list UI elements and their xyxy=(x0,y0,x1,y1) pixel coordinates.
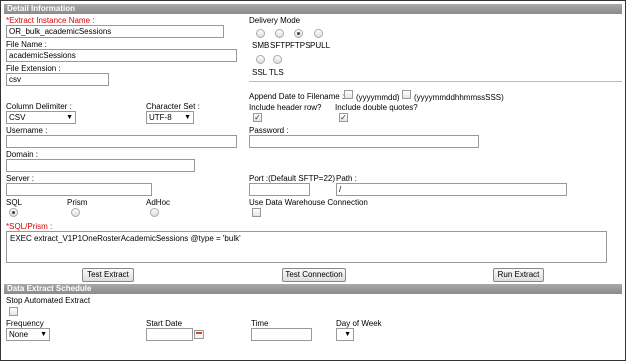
charset-value: UTF-8 xyxy=(149,113,172,122)
chevron-down-icon: ▼ xyxy=(184,114,191,121)
chevron-down-icon: ▼ xyxy=(66,114,73,121)
username-label: Username : xyxy=(6,126,48,135)
query-sql-radio[interactable] xyxy=(9,208,18,217)
calendar-icon[interactable] xyxy=(194,330,204,339)
charset-label: Character Set : xyxy=(146,102,200,111)
charset-select[interactable]: UTF-8 ▼ xyxy=(146,111,194,124)
frequency-select[interactable]: None ▼ xyxy=(6,328,50,341)
delivery-ftps-label: FTPS xyxy=(290,41,311,50)
column-delimiter-select[interactable]: CSV ▼ xyxy=(6,111,76,124)
extract-detail-panel: Detail Information *Extract Instance Nam… xyxy=(0,0,626,361)
query-prism-radio[interactable] xyxy=(71,208,80,217)
domain-label: Domain : xyxy=(6,150,39,159)
delivery-ftps-radio[interactable] xyxy=(294,29,303,38)
delivery-smb-radio[interactable] xyxy=(256,29,265,38)
query-prism-label: Prism xyxy=(67,198,88,207)
delivery-sftp-label: SFTP xyxy=(270,41,291,50)
security-ssl-label: SSL xyxy=(252,68,268,77)
date-format-short-label: (yyyymmdd) xyxy=(356,93,400,102)
column-delimiter-label: Column Delimiter : xyxy=(6,102,72,111)
delivery-smb-label: SMB xyxy=(252,41,270,50)
query-adhoc-radio[interactable] xyxy=(150,208,159,217)
instance-name-label: *Extract Instance Name : xyxy=(6,16,95,25)
stop-automated-label: Stop Automated Extract xyxy=(6,296,91,305)
detail-information-header: Detail Information xyxy=(4,4,622,14)
password-label: Password : xyxy=(249,126,289,135)
chevron-down-icon: ▼ xyxy=(40,331,47,338)
test-extract-button[interactable]: Test Extract xyxy=(82,268,134,282)
data-extract-schedule-header: Data Extract Schedule xyxy=(4,284,622,294)
file-name-input[interactable]: academicSessions xyxy=(6,49,237,62)
server-input[interactable] xyxy=(6,183,152,196)
username-input[interactable] xyxy=(6,135,237,148)
query-adhoc-label: AdHoc xyxy=(146,198,171,207)
file-name-label: File Name : xyxy=(6,40,47,49)
include-header-label: Include header row? xyxy=(249,103,322,112)
run-extract-button[interactable]: Run Extract xyxy=(493,268,544,282)
file-extension-input[interactable]: csv xyxy=(6,73,109,86)
security-ssl-radio[interactable] xyxy=(256,55,265,64)
day-of-week-label: Day of Week xyxy=(336,319,382,328)
test-connection-button[interactable]: Test Connection xyxy=(282,268,346,282)
delivery-pull-label: PULL xyxy=(310,41,331,50)
sql-textarea[interactable]: EXEC extract_V1P1OneRosterAcademicSessio… xyxy=(6,231,607,263)
chevron-down-icon: ▼ xyxy=(344,331,351,338)
port-label: Port :(Default SFTP=22) xyxy=(249,174,336,183)
server-label: Server : xyxy=(6,174,35,183)
delivery-sftp-radio[interactable] xyxy=(275,29,284,38)
append-date-short-checkbox[interactable] xyxy=(344,90,353,99)
instance-name-input[interactable]: OR_bulk_academicSessions xyxy=(6,25,224,38)
file-extension-label: File Extension : xyxy=(6,64,61,73)
date-format-long-label: (yyyymmddhhmmssSSS) xyxy=(414,93,504,102)
delivery-pull-radio[interactable] xyxy=(314,29,323,38)
security-tls-radio[interactable] xyxy=(273,55,282,64)
domain-input[interactable] xyxy=(6,159,195,172)
divider xyxy=(249,81,622,82)
day-of-week-select[interactable]: ▼ xyxy=(336,328,354,341)
password-input[interactable] xyxy=(249,135,479,148)
use-warehouse-checkbox[interactable] xyxy=(252,208,261,217)
start-date-label: Start Date xyxy=(146,319,183,328)
include-quotes-checkbox[interactable]: ✓ xyxy=(339,113,348,122)
frequency-label: Frequency xyxy=(6,319,44,328)
include-header-checkbox[interactable]: ✓ xyxy=(253,113,262,122)
append-date-label: Append Date to Filename : xyxy=(249,92,345,101)
query-sql-label: SQL xyxy=(6,198,23,207)
frequency-value: None xyxy=(9,330,29,339)
start-date-input[interactable] xyxy=(146,328,193,341)
use-warehouse-label: Use Data Warehouse Connection xyxy=(249,198,368,207)
path-label: Path : xyxy=(336,174,357,183)
security-tls-label: TLS xyxy=(269,68,284,77)
time-input[interactable] xyxy=(251,328,312,341)
sql-label: *SQL/Prism : xyxy=(6,222,53,231)
path-input[interactable]: / xyxy=(336,183,567,196)
append-date-long-checkbox[interactable] xyxy=(402,90,411,99)
include-quotes-label: Include double quotes? xyxy=(335,103,418,112)
delivery-mode-label: Delivery Mode xyxy=(249,16,301,25)
time-label: Time xyxy=(251,319,269,328)
column-delimiter-value: CSV xyxy=(9,113,26,122)
port-input[interactable] xyxy=(249,183,310,196)
stop-automated-checkbox[interactable] xyxy=(9,307,18,316)
